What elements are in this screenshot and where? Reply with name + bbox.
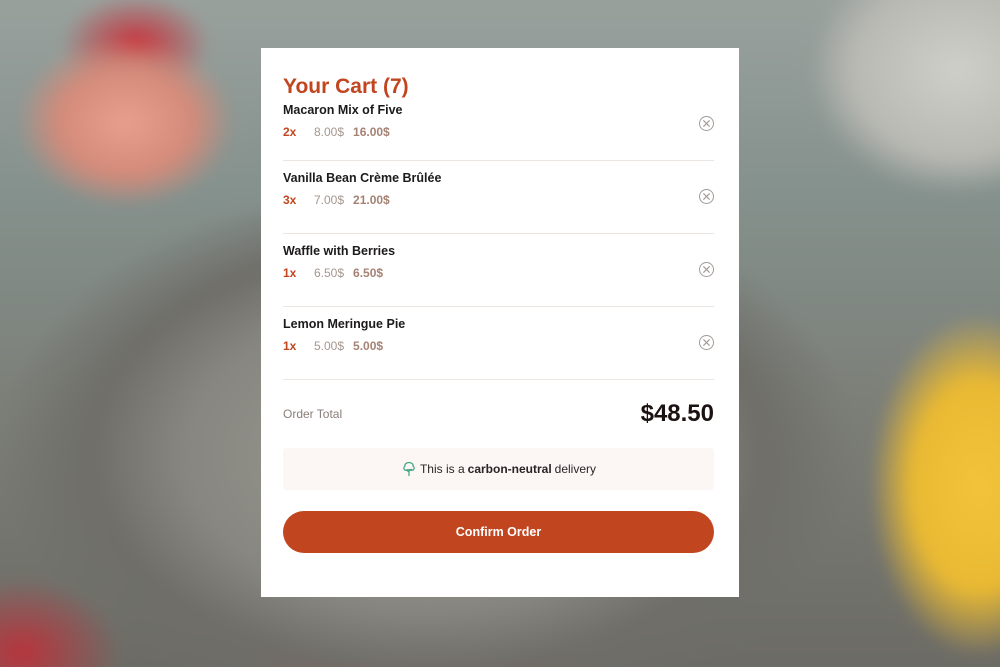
- item-unit-price: 7.00$: [314, 193, 345, 207]
- item-unit-price: 5.00$: [314, 339, 345, 353]
- order-total-value: $48.50: [640, 400, 714, 427]
- item-name: Vanilla Bean Crème Brûlée: [283, 171, 442, 185]
- item-name: Macaron Mix of Five: [283, 103, 403, 117]
- cart-item: Vanilla Bean Crème Brûlée 3x 7.00$ 21.00…: [283, 161, 714, 234]
- remove-circle-x-icon[interactable]: [699, 189, 714, 204]
- confirm-order-button[interactable]: Confirm Order: [283, 511, 714, 553]
- item-subtotal: 5.00$: [353, 339, 384, 353]
- remove-circle-x-icon[interactable]: [699, 335, 714, 350]
- item-subtotal: 16.00$: [353, 125, 390, 139]
- item-subtotal: 6.50$: [353, 266, 384, 280]
- item-meta: 2x 8.00$ 16.00$: [283, 124, 714, 140]
- remove-circle-x-icon[interactable]: [699, 116, 714, 131]
- cart-panel: Your Cart (7) Macaron Mix of Five 2x 8.0…: [261, 48, 739, 597]
- tree-icon: [401, 461, 417, 477]
- cart-item: Macaron Mix of Five 2x 8.00$ 16.00$: [283, 102, 714, 161]
- carbon-notice-prefix: This is a: [419, 462, 465, 476]
- cart-items-list: Macaron Mix of Five 2x 8.00$ 16.00$ Vani…: [283, 102, 714, 380]
- item-name: Lemon Meringue Pie: [283, 317, 406, 331]
- item-quantity: 1x: [283, 339, 297, 353]
- cart-title: Your Cart (7): [283, 75, 409, 98]
- order-total-row: Order Total $48.50: [283, 380, 714, 448]
- item-meta: 1x 5.00$ 5.00$: [283, 338, 714, 354]
- remove-circle-x-icon[interactable]: [699, 262, 714, 277]
- item-meta: 1x 6.50$ 6.50$: [283, 265, 714, 281]
- item-quantity: 2x: [283, 125, 297, 139]
- carbon-notice-suffix: delivery: [554, 462, 597, 476]
- item-unit-price: 8.00$: [314, 125, 345, 139]
- item-subtotal: 21.00$: [353, 193, 390, 207]
- item-meta: 3x 7.00$ 21.00$: [283, 192, 714, 208]
- carbon-neutral-notice: This is a carbon-neutral delivery: [283, 448, 714, 490]
- carbon-notice-emphasis: carbon-neutral: [467, 462, 552, 476]
- order-total-label: Order Total: [283, 407, 343, 421]
- item-unit-price: 6.50$: [314, 266, 345, 280]
- cart-item: Waffle with Berries 1x 6.50$ 6.50$: [283, 234, 714, 307]
- item-quantity: 3x: [283, 193, 297, 207]
- item-name: Waffle with Berries: [283, 244, 396, 258]
- item-quantity: 1x: [283, 266, 297, 280]
- cart-item: Lemon Meringue Pie 1x 5.00$ 5.00$: [283, 307, 714, 380]
